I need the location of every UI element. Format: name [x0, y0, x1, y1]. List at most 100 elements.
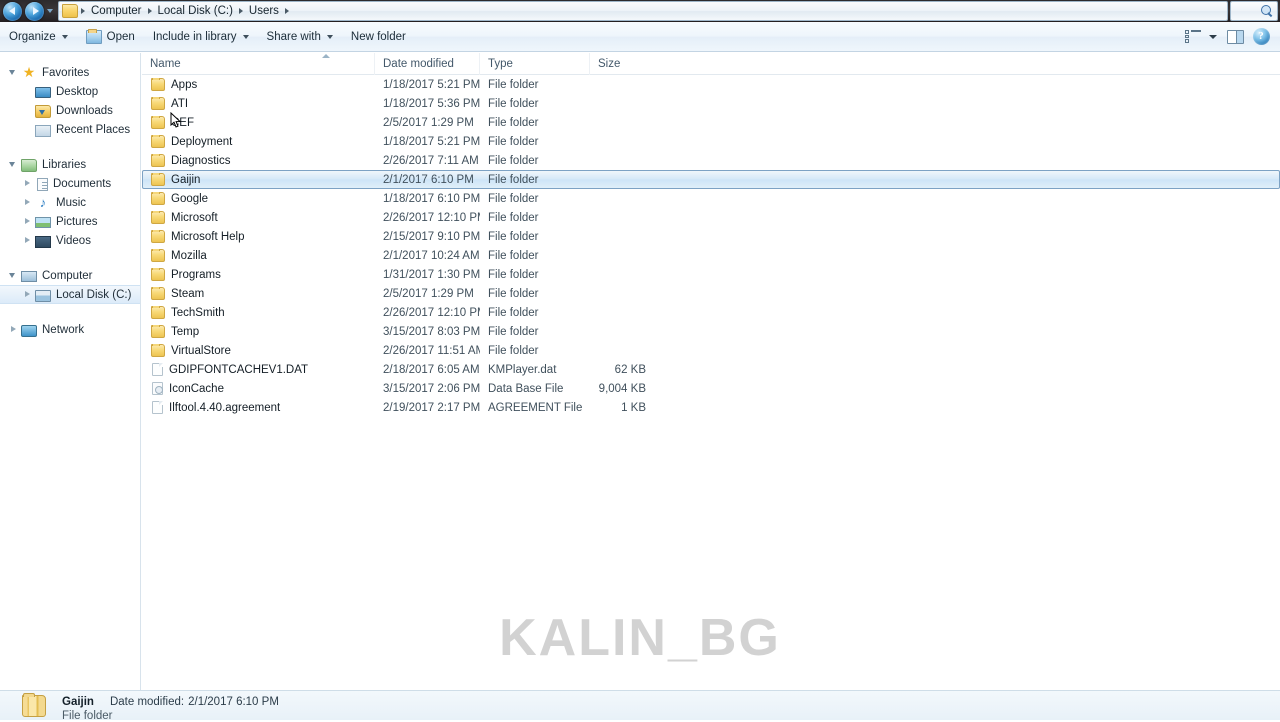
collapse-arrow-icon[interactable]	[8, 67, 19, 78]
cell-name: Deployment	[143, 135, 375, 148]
column-header-date-modified[interactable]: Date modified	[374, 53, 479, 75]
folder-icon	[151, 116, 165, 129]
cell-size: 9,004 KB	[590, 383, 660, 395]
sidebar-item-videos[interactable]: Videos	[0, 231, 140, 250]
table-row[interactable]: Programs1/31/2017 1:30 PMFile folder	[142, 265, 1280, 284]
breadcrumb-users[interactable]: Users	[244, 2, 284, 20]
cell-type: File folder	[480, 174, 590, 186]
sidebar-group: LibrariesDocuments♪Music Pictures Videos	[0, 155, 140, 250]
breadcrumb-local-disk[interactable]: Local Disk (C:)	[153, 2, 238, 20]
breadcrumb-separator-icon[interactable]	[148, 8, 152, 14]
sidebar-item-documents[interactable]: Documents	[0, 174, 140, 193]
expand-arrow-icon[interactable]	[22, 235, 33, 246]
cell-name: GDIPFONTCACHEV1.DAT	[143, 363, 375, 376]
file-icon	[152, 363, 163, 376]
expander-placeholder	[22, 124, 33, 135]
recent-pages-icon[interactable]	[44, 0, 56, 22]
details-item-name: Gaijin	[62, 696, 94, 708]
column-header-name[interactable]: Name	[142, 53, 374, 75]
breadcrumb-separator-icon[interactable]	[285, 8, 289, 14]
recent-places-icon	[35, 125, 51, 137]
organize-button[interactable]: Organize	[0, 26, 77, 48]
expand-arrow-icon[interactable]	[22, 289, 33, 300]
sidebar-item-recent-places[interactable]: Recent Places	[0, 120, 140, 139]
change-view-button[interactable]	[1180, 26, 1206, 48]
table-row[interactable]: GDIPFONTCACHEV1.DAT2/18/2017 6:05 AMKMPl…	[142, 360, 1280, 379]
cell-name: Steam	[143, 287, 375, 300]
help-button[interactable]: ?	[1248, 26, 1274, 48]
help-icon: ?	[1253, 28, 1270, 45]
sidebar-item-music[interactable]: ♪Music	[0, 193, 140, 212]
table-row[interactable]: Ilftool.4.40.agreement2/19/2017 2:17 PMA…	[142, 398, 1280, 417]
new-folder-button[interactable]: New folder	[342, 26, 415, 48]
table-row[interactable]: Gaijin2/1/2017 6:10 PMFile folder	[142, 170, 1280, 189]
column-header-type[interactable]: Type	[479, 53, 589, 75]
sidebar-item-desktop[interactable]: Desktop	[0, 82, 140, 101]
table-row[interactable]: Steam2/5/2017 1:29 PMFile folder	[142, 284, 1280, 303]
change-view-dropdown[interactable]	[1206, 26, 1222, 48]
open-folder-icon	[86, 30, 102, 44]
cell-type: File folder	[480, 250, 590, 262]
breadcrumb-computer[interactable]: Computer	[86, 2, 147, 20]
sidebar-item-libraries[interactable]: Libraries	[0, 155, 140, 174]
column-header-size[interactable]: Size	[589, 53, 659, 75]
file-name-label: Diagnostics	[171, 155, 230, 167]
expand-arrow-icon[interactable]	[22, 197, 33, 208]
table-row[interactable]: Microsoft2/26/2017 12:10 PMFile folder	[142, 208, 1280, 227]
address-bar[interactable]: Computer Local Disk (C:) Users	[58, 1, 1228, 21]
table-row[interactable]: Deployment1/18/2017 5:21 PMFile folder	[142, 132, 1280, 151]
table-row[interactable]: Temp3/15/2017 8:03 PMFile folder	[142, 322, 1280, 341]
table-row[interactable]: Google1/18/2017 6:10 PMFile folder	[142, 189, 1280, 208]
expander-placeholder	[22, 86, 33, 97]
back-icon[interactable]	[3, 2, 22, 21]
table-row[interactable]: IconCache3/15/2017 2:06 PMData Base File…	[142, 379, 1280, 398]
expand-arrow-icon[interactable]	[22, 178, 33, 189]
sort-ascending-icon	[322, 54, 330, 58]
table-row[interactable]: VirtualStore2/26/2017 11:51 AMFile folde…	[142, 341, 1280, 360]
file-name-label: Gaijin	[171, 174, 200, 186]
database-file-icon	[152, 382, 163, 395]
sidebar-item-local-disk-c[interactable]: Local Disk (C:)	[0, 285, 140, 304]
table-row[interactable]: CEF2/5/2017 1:29 PMFile folder	[142, 113, 1280, 132]
table-row[interactable]: Mozilla2/1/2017 10:24 AMFile folder	[142, 246, 1280, 265]
include-in-library-button[interactable]: Include in library	[144, 26, 258, 48]
file-list-pane[interactable]: Name Date modified Type Size Apps1/18/20…	[142, 53, 1280, 690]
sidebar-item-computer[interactable]: Computer	[0, 266, 140, 285]
documents-icon	[37, 178, 48, 191]
search-input[interactable]	[1230, 1, 1278, 21]
navigation-pane[interactable]: ★FavoritesDesktopDownloadsRecent Places L…	[0, 53, 141, 690]
folder-icon	[151, 78, 165, 91]
sidebar-item-network[interactable]: Network	[0, 320, 140, 339]
table-row[interactable]: ATI1/18/2017 5:36 PMFile folder	[142, 94, 1280, 113]
collapse-arrow-icon[interactable]	[8, 270, 19, 281]
share-with-button[interactable]: Share with	[258, 26, 342, 48]
sidebar-item-label: Computer	[42, 270, 93, 282]
sidebar-item-pictures[interactable]: Pictures	[0, 212, 140, 231]
sidebar-group: ★FavoritesDesktopDownloadsRecent Places	[0, 63, 140, 139]
file-name-label: Apps	[171, 79, 197, 91]
breadcrumb-separator-icon[interactable]	[239, 8, 243, 14]
file-name-label: TechSmith	[171, 307, 225, 319]
cell-date: 3/15/2017 2:06 PM	[375, 383, 480, 395]
sidebar-item-label: Pictures	[56, 216, 98, 228]
table-row[interactable]: Microsoft Help2/15/2017 9:10 PMFile fold…	[142, 227, 1280, 246]
open-button[interactable]: Open	[77, 26, 144, 48]
sidebar-item-downloads[interactable]: Downloads	[0, 101, 140, 120]
cell-name: TechSmith	[143, 306, 375, 319]
collapse-arrow-icon[interactable]	[8, 159, 19, 170]
expand-arrow-icon[interactable]	[8, 324, 19, 335]
folder-icon	[151, 268, 165, 281]
expand-arrow-icon[interactable]	[22, 216, 33, 227]
cell-type: File folder	[480, 117, 590, 129]
table-row[interactable]: TechSmith2/26/2017 12:10 PMFile folder	[142, 303, 1280, 322]
folder-icon	[151, 97, 165, 110]
file-name-label: CEF	[171, 117, 194, 129]
preview-pane-button[interactable]	[1222, 26, 1248, 48]
forward-icon[interactable]	[25, 2, 44, 21]
sidebar-item-favorites[interactable]: ★Favorites	[0, 63, 140, 82]
cell-type: File folder	[480, 307, 590, 319]
table-row[interactable]: Diagnostics2/26/2017 7:11 AMFile folder	[142, 151, 1280, 170]
cell-type: File folder	[480, 212, 590, 224]
details-folder-icon	[22, 695, 46, 717]
table-row[interactable]: Apps1/18/2017 5:21 PMFile folder	[142, 75, 1280, 94]
